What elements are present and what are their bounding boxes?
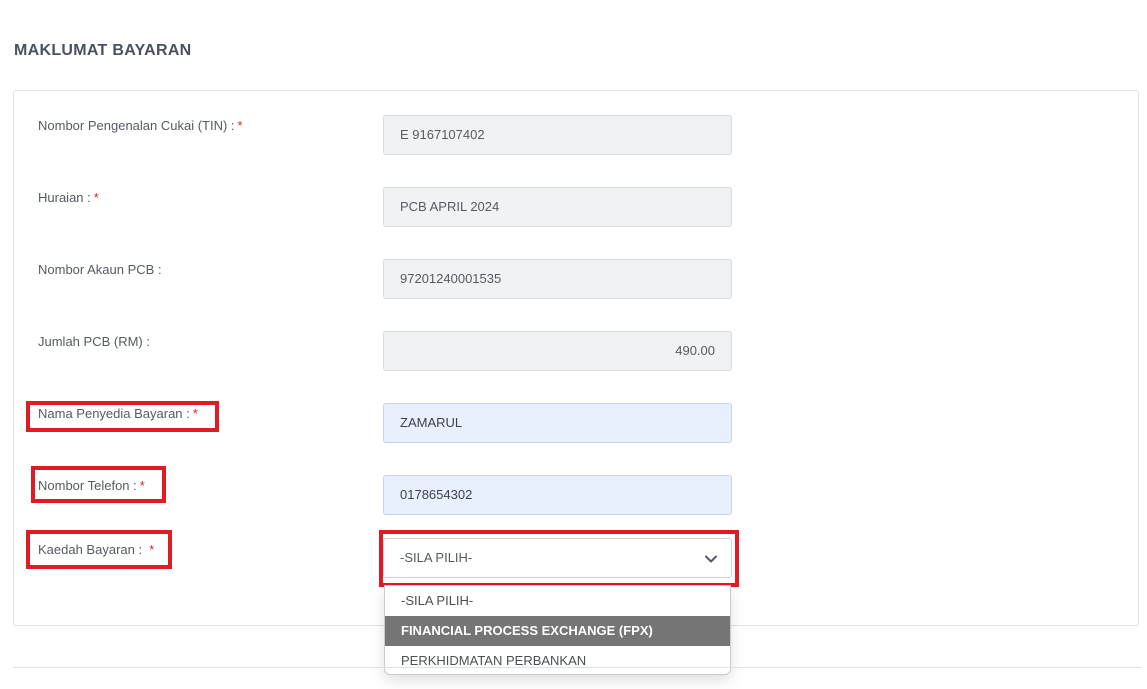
huraian-label-text: Huraian :: [38, 190, 91, 205]
kaedah-selected-value: -SILA PILIH-: [400, 550, 473, 565]
kaedah-label: Kaedah Bayaran : *: [38, 542, 154, 557]
section-title: MAKLUMAT BAYARAN: [14, 42, 192, 59]
required-asterisk: *: [93, 190, 99, 205]
jumlah-pcb-field: 490.00: [383, 331, 732, 371]
jumlah-pcb-label: Jumlah PCB (RM) :: [38, 334, 150, 349]
dropdown-option-sila-pilih[interactable]: -SILA PILIH-: [385, 586, 730, 616]
huraian-label: Huraian : *: [38, 190, 99, 205]
nama-penyedia-input[interactable]: ZAMARUL: [383, 403, 732, 443]
required-asterisk: *: [149, 542, 155, 557]
jumlah-pcb-label-text: Jumlah PCB (RM) :: [38, 334, 150, 349]
huraian-field: PCB APRIL 2024: [383, 187, 732, 227]
divider: [13, 667, 1141, 668]
chevron-down-icon: [705, 555, 717, 563]
payment-info-page: MAKLUMAT BAYARAN Nombor Pengenalan Cukai…: [0, 0, 1147, 689]
kaedah-label-text: Kaedah Bayaran :: [38, 542, 143, 557]
telefon-input[interactable]: 0178654302: [383, 475, 732, 515]
required-asterisk: *: [237, 118, 243, 133]
telefon-label: Nombor Telefon : *: [38, 478, 145, 493]
required-asterisk: *: [139, 478, 145, 493]
tin-field: E 9167107402: [383, 115, 732, 155]
nama-penyedia-label-text: Nama Penyedia Bayaran :: [38, 406, 190, 421]
tin-label-text: Nombor Pengenalan Cukai (TIN) :: [38, 118, 235, 133]
akaun-pcb-field: 97201240001535: [383, 259, 732, 299]
nama-penyedia-label: Nama Penyedia Bayaran : *: [38, 406, 198, 421]
dropdown-option-perkhidmatan-perbankan[interactable]: PERKHIDMATAN PERBANKAN: [385, 646, 730, 674]
akaun-pcb-label-text: Nombor Akaun PCB :: [38, 262, 162, 277]
tin-label: Nombor Pengenalan Cukai (TIN) : *: [38, 118, 243, 133]
akaun-pcb-label: Nombor Akaun PCB :: [38, 262, 162, 277]
required-asterisk: *: [192, 406, 198, 421]
telefon-label-text: Nombor Telefon :: [38, 478, 137, 493]
dropdown-option-fpx[interactable]: FINANCIAL PROCESS EXCHANGE (FPX): [385, 616, 730, 646]
kaedah-dropdown-list: -SILA PILIH- FINANCIAL PROCESS EXCHANGE …: [384, 585, 731, 675]
kaedah-select[interactable]: -SILA PILIH-: [383, 538, 732, 578]
